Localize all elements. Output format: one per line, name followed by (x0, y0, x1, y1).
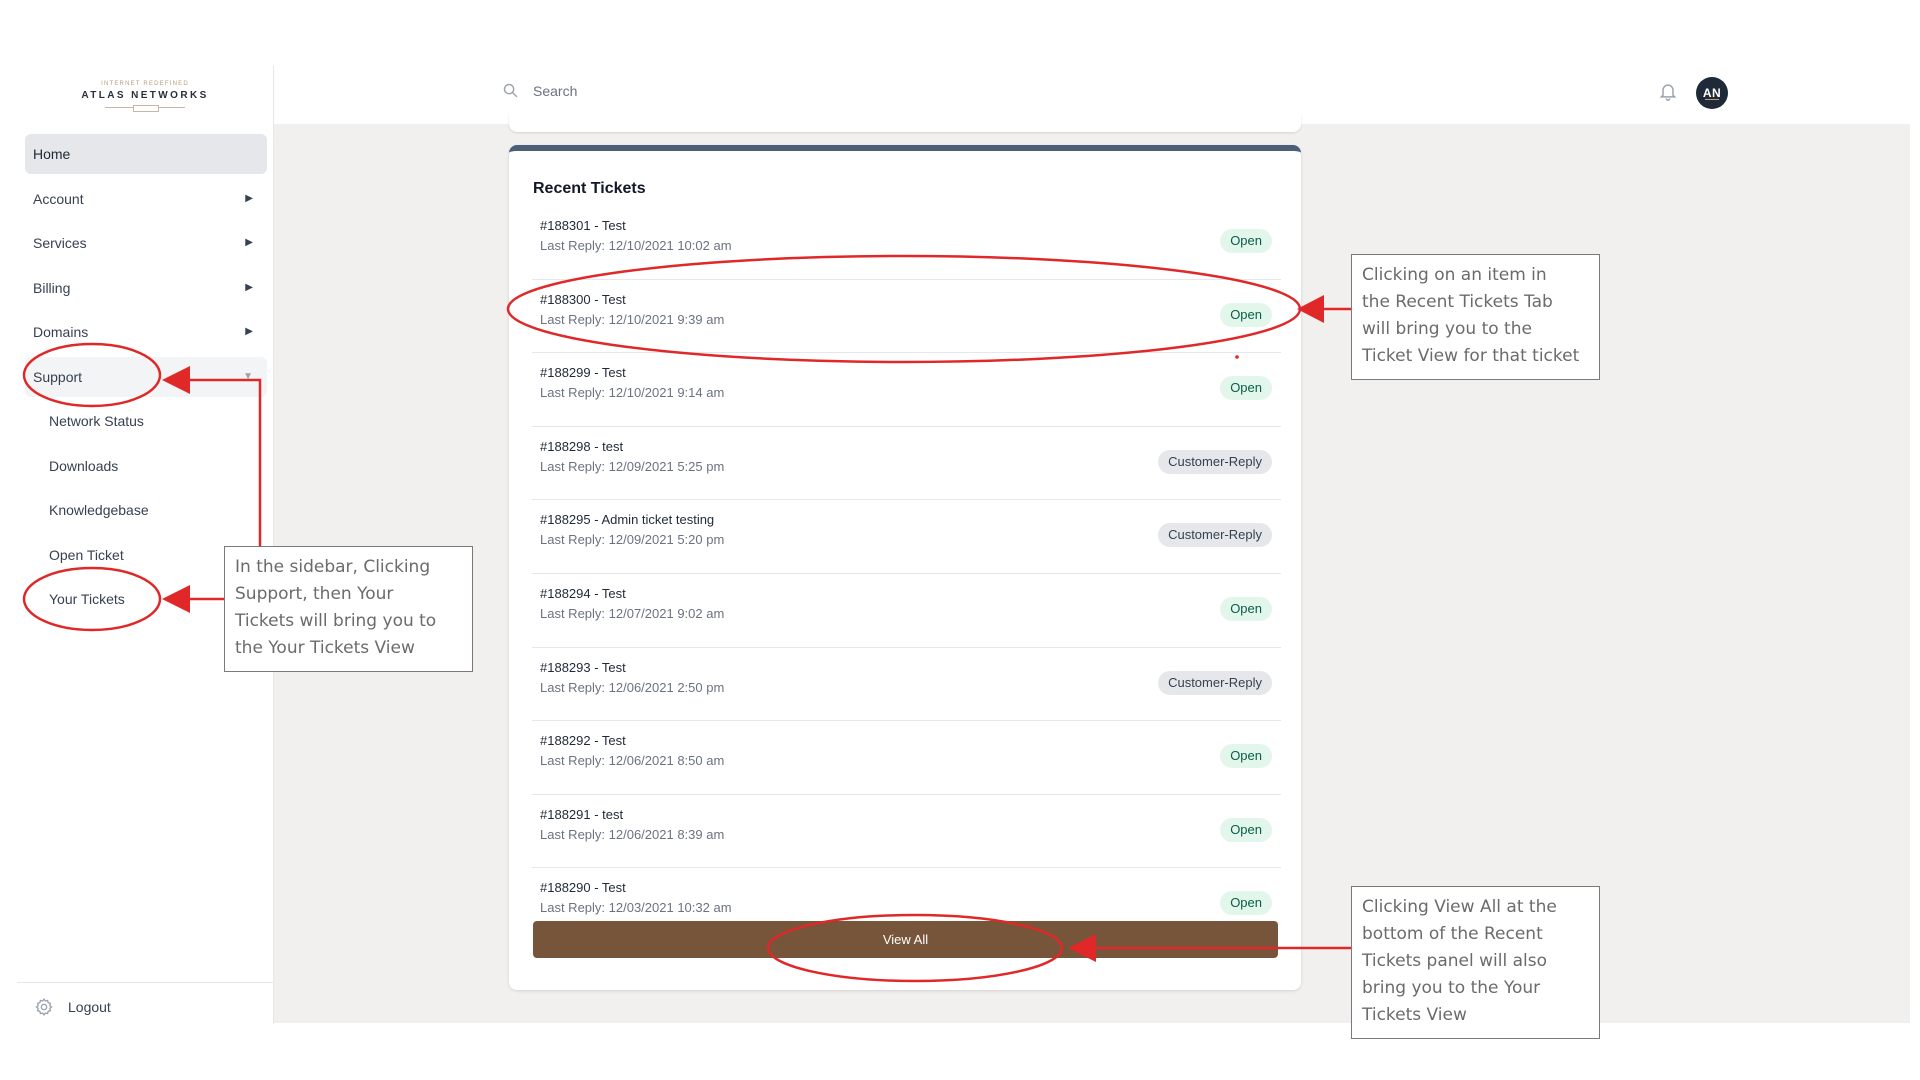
sidebar-item-account[interactable]: Account ▶ (25, 179, 267, 219)
annotation-ticket-item-note: Clicking on an item in the Recent Tickets… (1351, 254, 1600, 380)
logo-tagline: INTERNET REDEFINED (101, 81, 189, 87)
caret-right-icon: ▶ (245, 192, 253, 204)
annotation-text-line: bottom of the Recent (1362, 924, 1543, 944)
sidebar-item-domains[interactable]: Domains ▶ (25, 312, 267, 352)
sidebar-item-support[interactable]: Support ▼ (25, 356, 267, 397)
caret-right-icon: ▶ (245, 326, 253, 337)
notifications-button[interactable] (1658, 80, 1678, 107)
ticket-subject: #188301 - Test (540, 218, 626, 233)
caret-right-icon: ▶ (245, 281, 253, 293)
annotation-text-line: Clicking on an item in (1362, 265, 1547, 285)
annotation-text-line: Tickets View (1362, 1005, 1467, 1025)
sidebar-item-label: Domains (33, 324, 89, 340)
logout-label: Logout (68, 999, 111, 1015)
sidebar-divider (17, 982, 273, 983)
ticket-subject: #188298 - test (540, 438, 624, 454)
annotation-text-line: will bring you to the (1362, 319, 1532, 339)
status-badge: Open (1220, 891, 1272, 916)
ticket-row[interactable]: #188295 - Admin ticket testing Last Reply… (532, 500, 1281, 574)
ticket-last-reply: Last Reply: 12/09/2021 5:25 pm (540, 458, 725, 474)
ticket-last-reply: Last Reply: 12/06/2021 8:39 am (540, 826, 725, 842)
sidebar-item-label: Account (33, 190, 84, 207)
ticket-row[interactable]: #188301 - Test Last Reply: 12/10/2021 10:… (532, 206, 1281, 280)
ticket-subject: #188290 - Test (540, 880, 626, 896)
previous-panel (509, 114, 1301, 132)
annotation-text-line: Tickets will bring you to (235, 611, 437, 631)
panel-title: Recent Tickets (533, 180, 646, 197)
search-bar[interactable] (502, 82, 833, 99)
sidebar-item-home[interactable]: Home (25, 134, 267, 174)
status-badge: Open (1220, 596, 1272, 621)
annotation-text-line: Tickets panel will also (1362, 951, 1547, 971)
ticket-row[interactable]: #188300 - Test Last Reply: 12/10/2021 9:3… (532, 280, 1281, 354)
status-badge: Open (1220, 817, 1272, 842)
sidebar-subitem-network-status[interactable]: Network Status (25, 401, 267, 441)
annotation-text-line: the Recent Tickets Tab (1362, 292, 1553, 312)
ticket-subject: #188292 - Test (540, 733, 626, 749)
annotation-view-all-note: Clicking View All at the bottom of the Re… (1351, 886, 1600, 1039)
ticket-last-reply: Last Reply: 12/06/2021 2:50 pm (540, 679, 725, 695)
ticket-last-reply: Last Reply: 12/10/2021 9:39 am (540, 311, 725, 327)
caret-down-icon: ▼ (243, 370, 253, 382)
annotation-text-line: In the sidebar, Clicking (235, 557, 431, 577)
search-input[interactable] (533, 82, 833, 99)
user-avatar[interactable]: AN (1696, 77, 1728, 109)
status-badge: Open (1220, 744, 1272, 769)
sidebar: INTERNET REDEFINED ATLAS NETWORKS Home A… (0, 66, 274, 1024)
annotation-sidebar-note: In the sidebar, Clicking Support, then Yo… (224, 546, 473, 672)
ticket-last-reply: Last Reply: 12/10/2021 10:02 am (540, 238, 732, 253)
sidebar-item-label: Home (33, 146, 71, 162)
annotation-text-line: the Your Tickets View (235, 638, 415, 658)
sidebar-item-label: Billing (33, 279, 71, 296)
ticket-subject: #188299 - Test (540, 365, 626, 381)
caret-right-icon: ▶ (245, 237, 253, 248)
ticket-last-reply: Last Reply: 12/10/2021 9:14 am (540, 385, 725, 401)
recent-tickets-panel: Recent Tickets #188301 - Test Last Reply:… (509, 145, 1301, 990)
sidebar-subitem-knowledgebase[interactable]: Knowledgebase (25, 490, 267, 530)
ticket-last-reply: Last Reply: 12/09/2021 5:20 pm (540, 532, 725, 548)
gear-icon (35, 997, 53, 1017)
main-content: Recent Tickets #188301 - Test Last Reply:… (274, 114, 1910, 1023)
status-badge: Open (1220, 229, 1272, 253)
atlas-networks-logo[interactable]: INTERNET REDEFINED ATLAS NETWORKS (60, 80, 230, 124)
sidebar-item-label: Services (33, 235, 87, 251)
sidebar-item-billing[interactable]: Billing ▶ (25, 268, 267, 308)
ticket-subject: #188293 - Test (540, 659, 626, 675)
search-icon (503, 83, 518, 98)
logo-rule (105, 105, 185, 112)
status-badge: Customer-Reply (1158, 523, 1272, 548)
bell-icon (1659, 84, 1677, 101)
status-badge: Open (1220, 376, 1272, 401)
sidebar-subitem-downloads[interactable]: Downloads (25, 446, 267, 486)
ticket-row[interactable]: #188292 - Test Last Reply: 12/06/2021 8:5… (532, 721, 1281, 795)
ticket-last-reply: Last Reply: 12/03/2021 10:32 am (540, 900, 732, 916)
ticket-last-reply: Last Reply: 12/07/2021 9:02 am (540, 605, 725, 621)
status-badge: Open (1220, 302, 1272, 327)
logo-name: ATLAS NETWORKS (81, 90, 209, 101)
annotation-text-line: Clicking View All at the (1362, 897, 1557, 917)
ticket-list: #188301 - Test Last Reply: 12/10/2021 10:… (532, 206, 1281, 942)
ticket-last-reply: Last Reply: 12/06/2021 8:50 am (540, 753, 725, 769)
ticket-row[interactable]: #188298 - test Last Reply: 12/09/2021 5:2… (532, 427, 1281, 501)
ticket-subject: #188295 - Admin ticket testing (540, 512, 715, 528)
logout-button[interactable]: Logout (34, 992, 111, 1022)
annotation-text-line: Support, then Your (235, 584, 394, 604)
view-all-button[interactable]: View All (533, 921, 1278, 958)
ticket-row[interactable]: #188299 - Test Last Reply: 12/10/2021 9:1… (532, 353, 1281, 427)
status-badge: Customer-Reply (1158, 670, 1272, 695)
sidebar-item-label: Support (33, 368, 83, 385)
ticket-subject: #188294 - Test (540, 585, 626, 601)
ticket-subject: #188291 - test (540, 806, 624, 822)
ticket-subject: #188300 - Test (540, 291, 626, 307)
status-badge: Customer-Reply (1158, 449, 1272, 474)
ticket-row[interactable]: #188294 - Test Last Reply: 12/07/2021 9:0… (532, 574, 1281, 648)
annotation-text-line: bring you to the Your (1362, 978, 1541, 998)
annotation-text-line: Ticket View for that ticket (1362, 346, 1580, 366)
sidebar-item-services[interactable]: Services ▶ (25, 223, 267, 263)
ticket-row[interactable]: #188293 - Test Last Reply: 12/06/2021 2:5… (532, 648, 1281, 722)
ticket-row[interactable]: #188291 - test Last Reply: 12/06/2021 8:3… (532, 795, 1281, 869)
